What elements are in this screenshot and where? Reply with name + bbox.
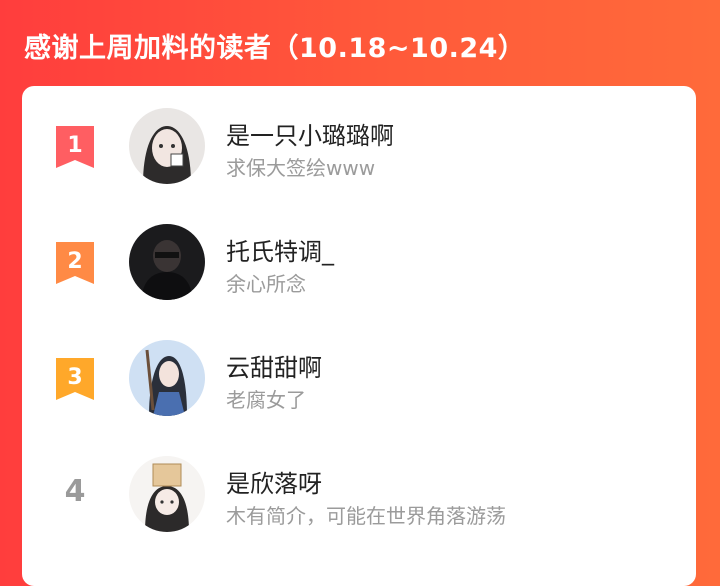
reader-description: 木有简介，可能在世界角落游荡 bbox=[226, 504, 506, 528]
list-item[interactable]: 3 云甜甜啊 老腐女了 bbox=[22, 328, 696, 428]
list-item[interactable]: 2 托氏特调_ 余心所念 bbox=[22, 212, 696, 312]
avatar[interactable] bbox=[129, 108, 205, 184]
rank-badge-icon: 3 bbox=[56, 358, 94, 400]
header-title: 感谢上周加料的读者（10.18~10.24） bbox=[24, 33, 526, 64]
svg-text:3: 3 bbox=[67, 365, 82, 390]
avatar[interactable] bbox=[129, 224, 205, 300]
rank-badge-icon: 1 bbox=[56, 126, 94, 168]
reader-name: 是欣落呀 bbox=[226, 470, 322, 498]
reader-list-card: 1 是一只小璐璐啊 求保大签绘www 2 托氏特调_ 余心所念 3 云甜甜啊 老… bbox=[22, 86, 696, 586]
svg-text:1: 1 bbox=[67, 133, 82, 158]
svg-text:2: 2 bbox=[67, 249, 82, 274]
reader-description: 余心所念 bbox=[226, 272, 306, 296]
reader-description: 老腐女了 bbox=[226, 388, 306, 412]
avatar[interactable] bbox=[129, 340, 205, 416]
reader-name: 是一只小璐璐啊 bbox=[226, 122, 394, 150]
reader-name: 托氏特调_ bbox=[226, 238, 334, 266]
rank-badge-icon: 2 bbox=[56, 242, 94, 284]
reader-name: 云甜甜啊 bbox=[226, 354, 322, 382]
rank-number: 4 bbox=[64, 474, 86, 509]
reader-description: 求保大签绘www bbox=[226, 156, 376, 180]
list-item[interactable]: 4 是欣落呀 木有简介，可能在世界角落游荡 bbox=[22, 444, 696, 544]
list-item[interactable]: 1 是一只小璐璐啊 求保大签绘www bbox=[22, 96, 696, 196]
avatar[interactable] bbox=[129, 456, 205, 532]
